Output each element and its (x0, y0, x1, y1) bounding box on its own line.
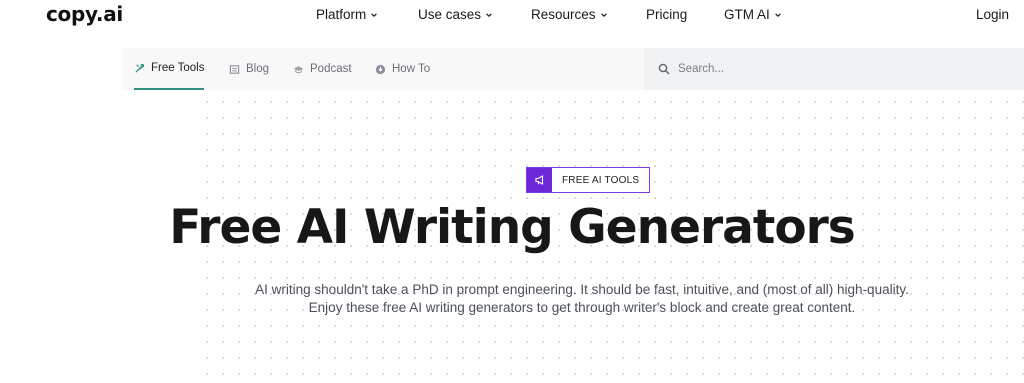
nav-resources[interactable]: Resources (531, 7, 608, 22)
nav-platform[interactable]: Platform (316, 7, 378, 22)
tab-how-to-label: How To (392, 63, 431, 75)
nav-pricing[interactable]: Pricing (646, 7, 687, 22)
tab-blog-label: Blog (246, 63, 270, 75)
sub-nav: Free Tools Blog Podcast How To (122, 48, 644, 90)
tab-podcast-label: Podcast (310, 63, 352, 75)
page-subtitle: AI writing shouldn't take a PhD in promp… (0, 281, 1024, 317)
nav-resources-label: Resources (531, 7, 596, 22)
chevron-down-icon (486, 12, 492, 17)
blog-icon (229, 64, 240, 74)
tools-icon (135, 63, 145, 73)
search-input[interactable] (678, 63, 998, 75)
logo[interactable]: copy.ai (46, 2, 123, 26)
chevron-down-icon (774, 12, 781, 17)
tab-how-to[interactable]: How To (375, 48, 430, 90)
search-bar (644, 48, 1024, 90)
nav-gtm-ai-label: GTM AI (724, 7, 770, 22)
chevron-down-icon (600, 12, 607, 17)
nav-gtm-ai[interactable]: GTM AI (724, 7, 782, 22)
nav-use-cases-label: Use cases (418, 7, 482, 22)
tab-podcast[interactable]: Podcast (293, 48, 352, 90)
nav-platform-label: Platform (316, 7, 367, 22)
subtitle-line-1: AI writing shouldn't take a PhD in promp… (255, 282, 909, 297)
badge-label: FREE AI TOOLS (562, 174, 640, 186)
tab-blog[interactable]: Blog (229, 48, 269, 90)
free-ai-tools-badge: FREE AI TOOLS (526, 167, 651, 193)
nav-use-cases[interactable]: Use cases (418, 7, 493, 22)
page-title: Free AI Writing Generators (169, 200, 856, 255)
search-icon (658, 63, 670, 75)
chevron-down-icon (371, 12, 378, 17)
subtitle-line-2: Enjoy these free AI writing generators t… (308, 300, 856, 315)
howto-icon (375, 64, 386, 74)
login-link[interactable]: Login (976, 7, 1009, 22)
podcast-icon (293, 65, 304, 73)
nav-pricing-label: Pricing (646, 7, 688, 22)
top-nav: copy.ai Platform Use cases Resources Pri… (0, 0, 1024, 30)
tab-free-tools-label: Free Tools (151, 62, 205, 74)
tab-free-tools[interactable]: Free Tools (134, 48, 205, 90)
megaphone-icon (527, 168, 552, 192)
